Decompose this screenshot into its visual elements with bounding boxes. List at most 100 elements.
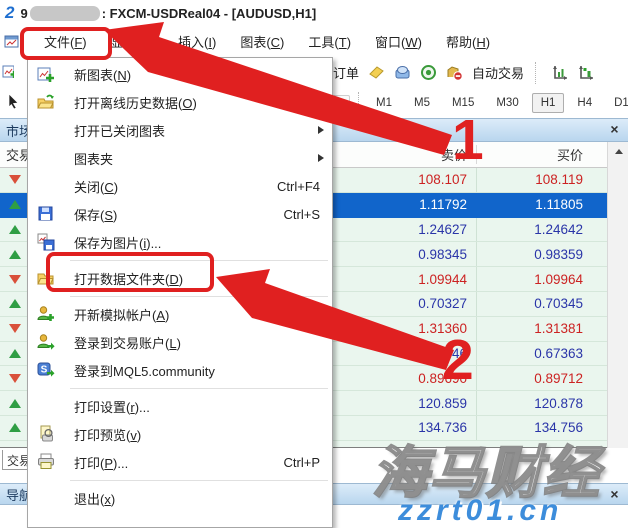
file-menu-item-6[interactable]: 保存(S)Ctrl+S [28, 200, 332, 228]
file-menu-item-9[interactable]: 打开数据文件夹(D) [28, 264, 332, 292]
new-chart-toolbar-icon[interactable] [2, 63, 14, 81]
new-chart-icon [37, 65, 55, 83]
dropdown-arrow-button[interactable] [333, 95, 350, 111]
buy-price: 1.09964 [477, 267, 607, 291]
cursor-arrow-icon[interactable] [5, 93, 25, 113]
menubar-item-5[interactable]: 工具(T) [296, 27, 363, 56]
tab-symbols[interactable]: 交易品种 [2, 450, 29, 470]
open-offline-icon [37, 93, 55, 111]
buy-price: 1.31381 [477, 317, 607, 341]
save-picture-icon [37, 233, 55, 251]
timeframe-button-m1[interactable]: M1 [367, 93, 401, 113]
tick-down-icon [9, 374, 21, 383]
print-preview-icon [37, 425, 55, 443]
metaeditor-icon[interactable] [394, 64, 411, 81]
login-account-icon [37, 333, 55, 351]
file-menu-item-19[interactable]: 退出(x) [28, 484, 332, 512]
timeframe-button-m15[interactable]: M15 [443, 93, 483, 113]
menubar-item-7[interactable]: 帮助(H) [434, 27, 502, 56]
timeframe-button-m30[interactable]: M30 [487, 93, 527, 113]
chevron-up-icon [615, 149, 623, 154]
menu-item-label: 打开离线历史数据(O) [74, 93, 197, 112]
toolbar-separator [535, 62, 540, 84]
tick-down-icon [9, 275, 21, 284]
file-menu-item-15[interactable]: 打印设置(r)... [28, 392, 332, 420]
menu-item-label: 开新模拟帐户(A) [74, 305, 169, 324]
timeframe-button-h4[interactable]: H4 [568, 93, 601, 113]
file-menu-dropdown: 新图表(N) 打开离线历史数据(O) 打开已关闭图表图表夹关闭(C) Ctrl+F4 保… [27, 57, 333, 528]
menu-item-label: 打开数据文件夹(D) [74, 269, 183, 288]
file-menu-item-4[interactable]: 图表夹 [28, 144, 332, 172]
menu-item-label: 图表夹 [74, 149, 113, 168]
market-watch-scrollbar[interactable] [607, 142, 628, 448]
file-menu-item-7[interactable]: 保存为图片(i)... [28, 228, 332, 256]
menu-item-label: 退出(x) [74, 489, 115, 508]
buy-price: 0.70345 [477, 292, 607, 316]
open-folder-icon [37, 269, 55, 287]
file-menu-item-16[interactable]: 打印预览(v) [28, 420, 332, 448]
tick-up-icon [9, 225, 21, 234]
menu-item-label: 保存为图片(i)... [74, 233, 161, 252]
buy-price: 0.89712 [477, 366, 607, 390]
close-icon[interactable]: × [606, 121, 623, 138]
submenu-arrow-icon [318, 126, 324, 134]
buy-price: 0.67363 [477, 342, 607, 366]
menu-bar: 文件(F)显示(V)插入(I)图表(C)工具(T)窗口(W)帮助(H) [0, 26, 628, 57]
menubar-item-1[interactable]: 文件(F) [32, 27, 99, 56]
menu-separator [28, 292, 332, 300]
svg-text:S: S [41, 365, 48, 376]
menu-item-label: 打印设置(r)... [74, 397, 150, 416]
autotrading-button[interactable]: 自动交易 [472, 63, 524, 82]
account-number-prefix: 9 [20, 6, 27, 21]
tick-up-icon [9, 349, 21, 358]
file-menu-item-3[interactable]: 打开已关闭图表 [28, 116, 332, 144]
menu-item-label: 登录到MQL5.community [74, 361, 215, 380]
file-menu-item-13[interactable]: S 登录到MQL5.community [28, 356, 332, 384]
menu-item-label: 保存(S) [74, 205, 117, 224]
menubar-item-2[interactable]: 显示(V) [99, 27, 166, 56]
chart-axis-icon-1[interactable] [551, 64, 568, 81]
file-menu-item-2[interactable]: 打开离线历史数据(O) [28, 88, 332, 116]
menu-item-shortcut: Ctrl+F4 [277, 179, 320, 194]
tick-up-icon [9, 299, 21, 308]
file-menu-item-1[interactable]: 新图表(N) [28, 60, 332, 88]
new-order-button[interactable]: 订单 [333, 63, 359, 82]
menu-bar-items: 文件(F)显示(V)插入(I)图表(C)工具(T)窗口(W)帮助(H) [32, 27, 502, 56]
tick-up-icon [9, 250, 21, 259]
yellow-note-icon[interactable] [368, 64, 385, 81]
menu-item-label: 打开已关闭图表 [74, 121, 165, 140]
mt4-logo-icon: 2 [5, 3, 14, 23]
menubar-item-4[interactable]: 图表(C) [228, 27, 296, 56]
file-menu-item-11[interactable]: 开新模拟帐户(A) [28, 300, 332, 328]
chart-window-icon[interactable] [4, 34, 20, 50]
timeframe-button-m5[interactable]: M5 [405, 93, 439, 113]
buy-price: 0.98359 [477, 242, 607, 266]
file-menu-item-17[interactable]: 打印(P)...Ctrl+P [28, 448, 332, 476]
symbol-column-header[interactable]: 交易品种 [0, 145, 30, 164]
window-title: : FXCM-USDReal04 - [AUDUSD,H1] [102, 6, 317, 21]
close-icon[interactable]: × [606, 486, 623, 503]
timeframe-button-d1[interactable]: D1 [605, 93, 628, 113]
menu-separator [28, 476, 332, 484]
menu-item-label: 关闭(C) [74, 177, 118, 196]
submenu-arrow-icon [318, 154, 324, 162]
tick-up-icon [9, 200, 21, 209]
file-menu-item-12[interactable]: 登录到交易账户(L) [28, 328, 332, 356]
buy-price: 134.756 [477, 416, 607, 440]
timeframe-button-h1[interactable]: H1 [532, 93, 565, 113]
buy-price: 120.878 [477, 391, 607, 415]
buy-column-header[interactable]: 买价 [477, 145, 607, 164]
new-account-icon [37, 305, 55, 323]
menu-item-label: 打印(P)... [74, 453, 128, 472]
menubar-item-3[interactable]: 插入(I) [166, 27, 228, 56]
chevron-down-icon [338, 101, 346, 106]
menubar-item-6[interactable]: 窗口(W) [363, 27, 434, 56]
chart-axis-icon-2[interactable] [577, 64, 594, 81]
signal-icon[interactable] [420, 64, 437, 81]
file-menu-item-5[interactable]: 关闭(C) Ctrl+F4 [28, 172, 332, 200]
mt4-window: 2 9 : FXCM-USDReal04 - [AUDUSD,H1] 文件(F)… [0, 0, 628, 528]
menu-item-label: 登录到交易账户(L) [74, 333, 181, 352]
mql5-icon: S [37, 361, 55, 379]
scroll-up-button[interactable] [608, 142, 628, 161]
autotrading-icon[interactable] [446, 64, 463, 81]
